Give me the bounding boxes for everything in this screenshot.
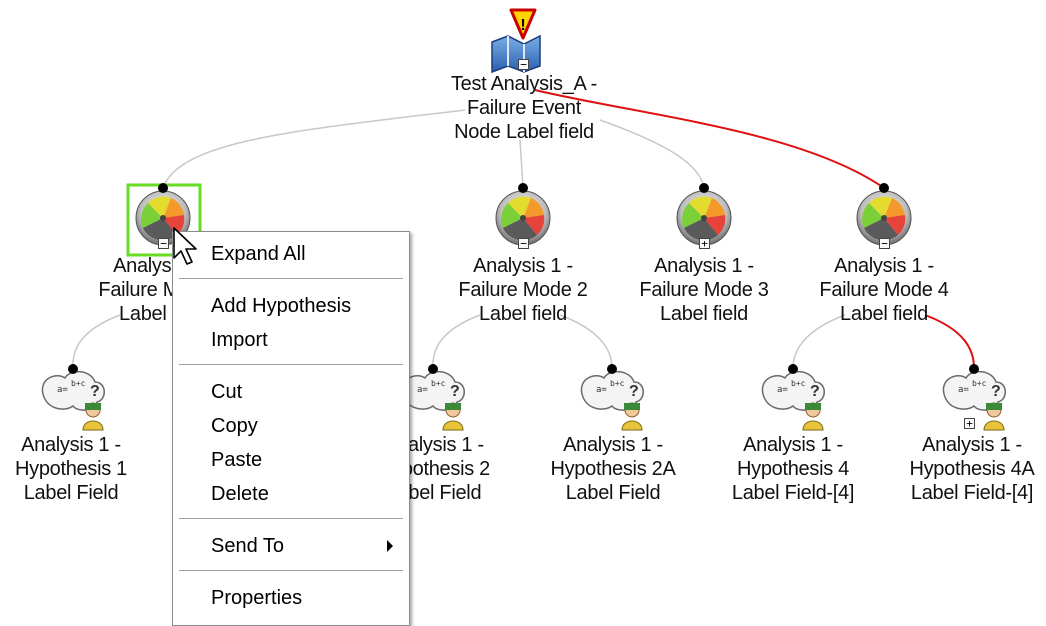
hypothesis-2a-label[interactable]: Analysis 1 - Hypothesis 2A Label Field (550, 433, 675, 505)
svg-text:?: ? (629, 383, 639, 400)
fm3-expand-toggle-plus-box-icon[interactable]: + (699, 238, 710, 249)
connector-root-fm2 (519, 139, 524, 189)
svg-text:?: ? (991, 383, 1001, 400)
svg-text:b+c: b+c (71, 379, 86, 388)
h1-label-line-2: Hypothesis 1 (14, 458, 128, 480)
fm2-label-line-1: Analysis 1 - (473, 255, 573, 277)
fm3-label-line-1: Analysis 1 - (654, 255, 754, 277)
menu-item-cut[interactable]: Cut (173, 377, 409, 407)
svg-text:?: ? (450, 383, 460, 400)
svg-text:a=: a= (596, 385, 607, 395)
svg-text:a=: a= (417, 385, 428, 395)
fm4-label-line-1: Analysis 1 - (834, 255, 934, 277)
hypothesis-4a-label[interactable]: Analysis 1 - Hypothesis 4A Label Field-[… (909, 433, 1034, 505)
menu-separator (179, 278, 403, 280)
h4-label-line-3: Label Field-[4] (731, 482, 855, 504)
svg-text:!: ! (520, 17, 525, 34)
h1-label-line-3: Label Field (23, 482, 119, 504)
hypothesis-4-icon[interactable]: a= b+c ? (761, 370, 825, 431)
book-warning-icon[interactable]: ! (491, 8, 541, 74)
h2a-label-line-3: Label Field (565, 482, 661, 504)
h1-label-line-1: Analysis 1 - (21, 434, 121, 456)
connector-dot-h2 (428, 364, 438, 374)
root-collapse-toggle-minus-box-icon[interactable]: − (518, 59, 529, 70)
h4a-expand-toggle-plus-box-icon[interactable]: + (964, 418, 975, 429)
fm2-collapse-toggle-minus-box-icon[interactable]: − (518, 238, 529, 249)
fm4-collapse-toggle-minus-box-icon[interactable]: − (879, 238, 890, 249)
root-label-line-2: Failure Event (467, 97, 581, 119)
hypothesis-2a-icon[interactable]: a= b+c ? (580, 370, 644, 431)
fm3-label-line-3: Label field (660, 303, 748, 325)
menu-item-import[interactable]: Import (173, 325, 409, 355)
h4-label-line-2: Hypothesis 4 (736, 458, 849, 480)
connector-dot-h4a (969, 364, 979, 374)
fm3-label-line-2: Failure Mode 3 (639, 279, 769, 301)
failure-mode-4-label[interactable]: Analysis 1 - Failure Mode 4 Label field (819, 254, 949, 326)
h2a-label-line-1: Analysis 1 - (563, 434, 663, 456)
h4a-label-line-2: Hypothesis 4A (909, 458, 1035, 480)
connector-dot-fm2 (518, 183, 528, 193)
connector-dot-fm3 (699, 183, 709, 193)
h4a-label-line-3: Label Field-[4] (910, 482, 1034, 504)
connector-dot-h1 (68, 364, 78, 374)
connector-dot-fm4 (879, 183, 889, 193)
svg-text:b+c: b+c (791, 379, 806, 388)
svg-text:b+c: b+c (610, 379, 625, 388)
menu-item-copy[interactable]: Copy (173, 411, 409, 441)
connector-root-fm1 (162, 109, 466, 189)
menu-item-properties[interactable]: Properties (173, 583, 409, 613)
fm1-collapse-toggle-minus-box-icon[interactable]: − (158, 238, 169, 249)
fm4-label-line-3: Label field (840, 303, 928, 325)
h2a-label-line-2: Hypothesis 2A (550, 458, 676, 480)
svg-text:?: ? (810, 383, 820, 400)
context-menu: Expand All Add Hypothesis Import Cut Cop… (172, 231, 410, 626)
hypothesis-2-icon[interactable]: a= b+c ? (401, 370, 465, 431)
menu-item-send-to-label: Send To (211, 535, 285, 557)
svg-text:b+c: b+c (972, 379, 987, 388)
failure-mode-3-label[interactable]: Analysis 1 - Failure Mode 3 Label field (639, 254, 769, 326)
connector-root-fm3 (599, 119, 705, 189)
connector-dot-h2a (607, 364, 617, 374)
hypothesis-4-label[interactable]: Analysis 1 - Hypothesis 4 Label Field-[4… (731, 433, 855, 505)
root-label-line-3: Node Label field (454, 121, 594, 143)
mouse-pointer-icon (173, 227, 197, 265)
connector-dot-h4 (788, 364, 798, 374)
failure-mode-2-label[interactable]: Analysis 1 - Failure Mode 2 Label field (458, 254, 588, 326)
menu-item-delete[interactable]: Delete (173, 479, 409, 509)
menu-separator (179, 518, 403, 520)
svg-text:a=: a= (57, 385, 68, 395)
svg-text:?: ? (90, 383, 100, 400)
menu-separator (179, 570, 403, 572)
svg-text:b+c: b+c (431, 379, 446, 388)
menu-item-paste[interactable]: Paste (173, 445, 409, 475)
hypothesis-1-label[interactable]: Analysis 1 - Hypothesis 1 Label Field (15, 433, 127, 505)
hypothesis-1-icon[interactable]: a= b+c ? (41, 370, 105, 431)
menu-separator (179, 364, 403, 366)
menu-item-send-to[interactable]: Send To (173, 531, 409, 561)
menu-item-expand-all[interactable]: Expand All (173, 239, 409, 269)
connector-dot-fm1 (158, 183, 168, 193)
root-label-line-1: Test Analysis_A - (450, 73, 598, 95)
fm2-label-line-2: Failure Mode 2 (458, 279, 588, 301)
menu-item-add-hypothesis[interactable]: Add Hypothesis (173, 291, 409, 321)
fm4-label-line-2: Failure Mode 4 (819, 279, 949, 301)
svg-text:a=: a= (777, 385, 788, 395)
h4a-label-line-1: Analysis 1 - (922, 434, 1022, 456)
h4-label-line-1: Analysis 1 - (743, 434, 843, 456)
svg-text:a=: a= (958, 385, 969, 395)
submenu-arrow-icon (387, 540, 393, 552)
root-node-label[interactable]: Test Analysis_A - Failure Event Node Lab… (451, 72, 597, 144)
fm2-label-line-3: Label field (479, 303, 567, 325)
